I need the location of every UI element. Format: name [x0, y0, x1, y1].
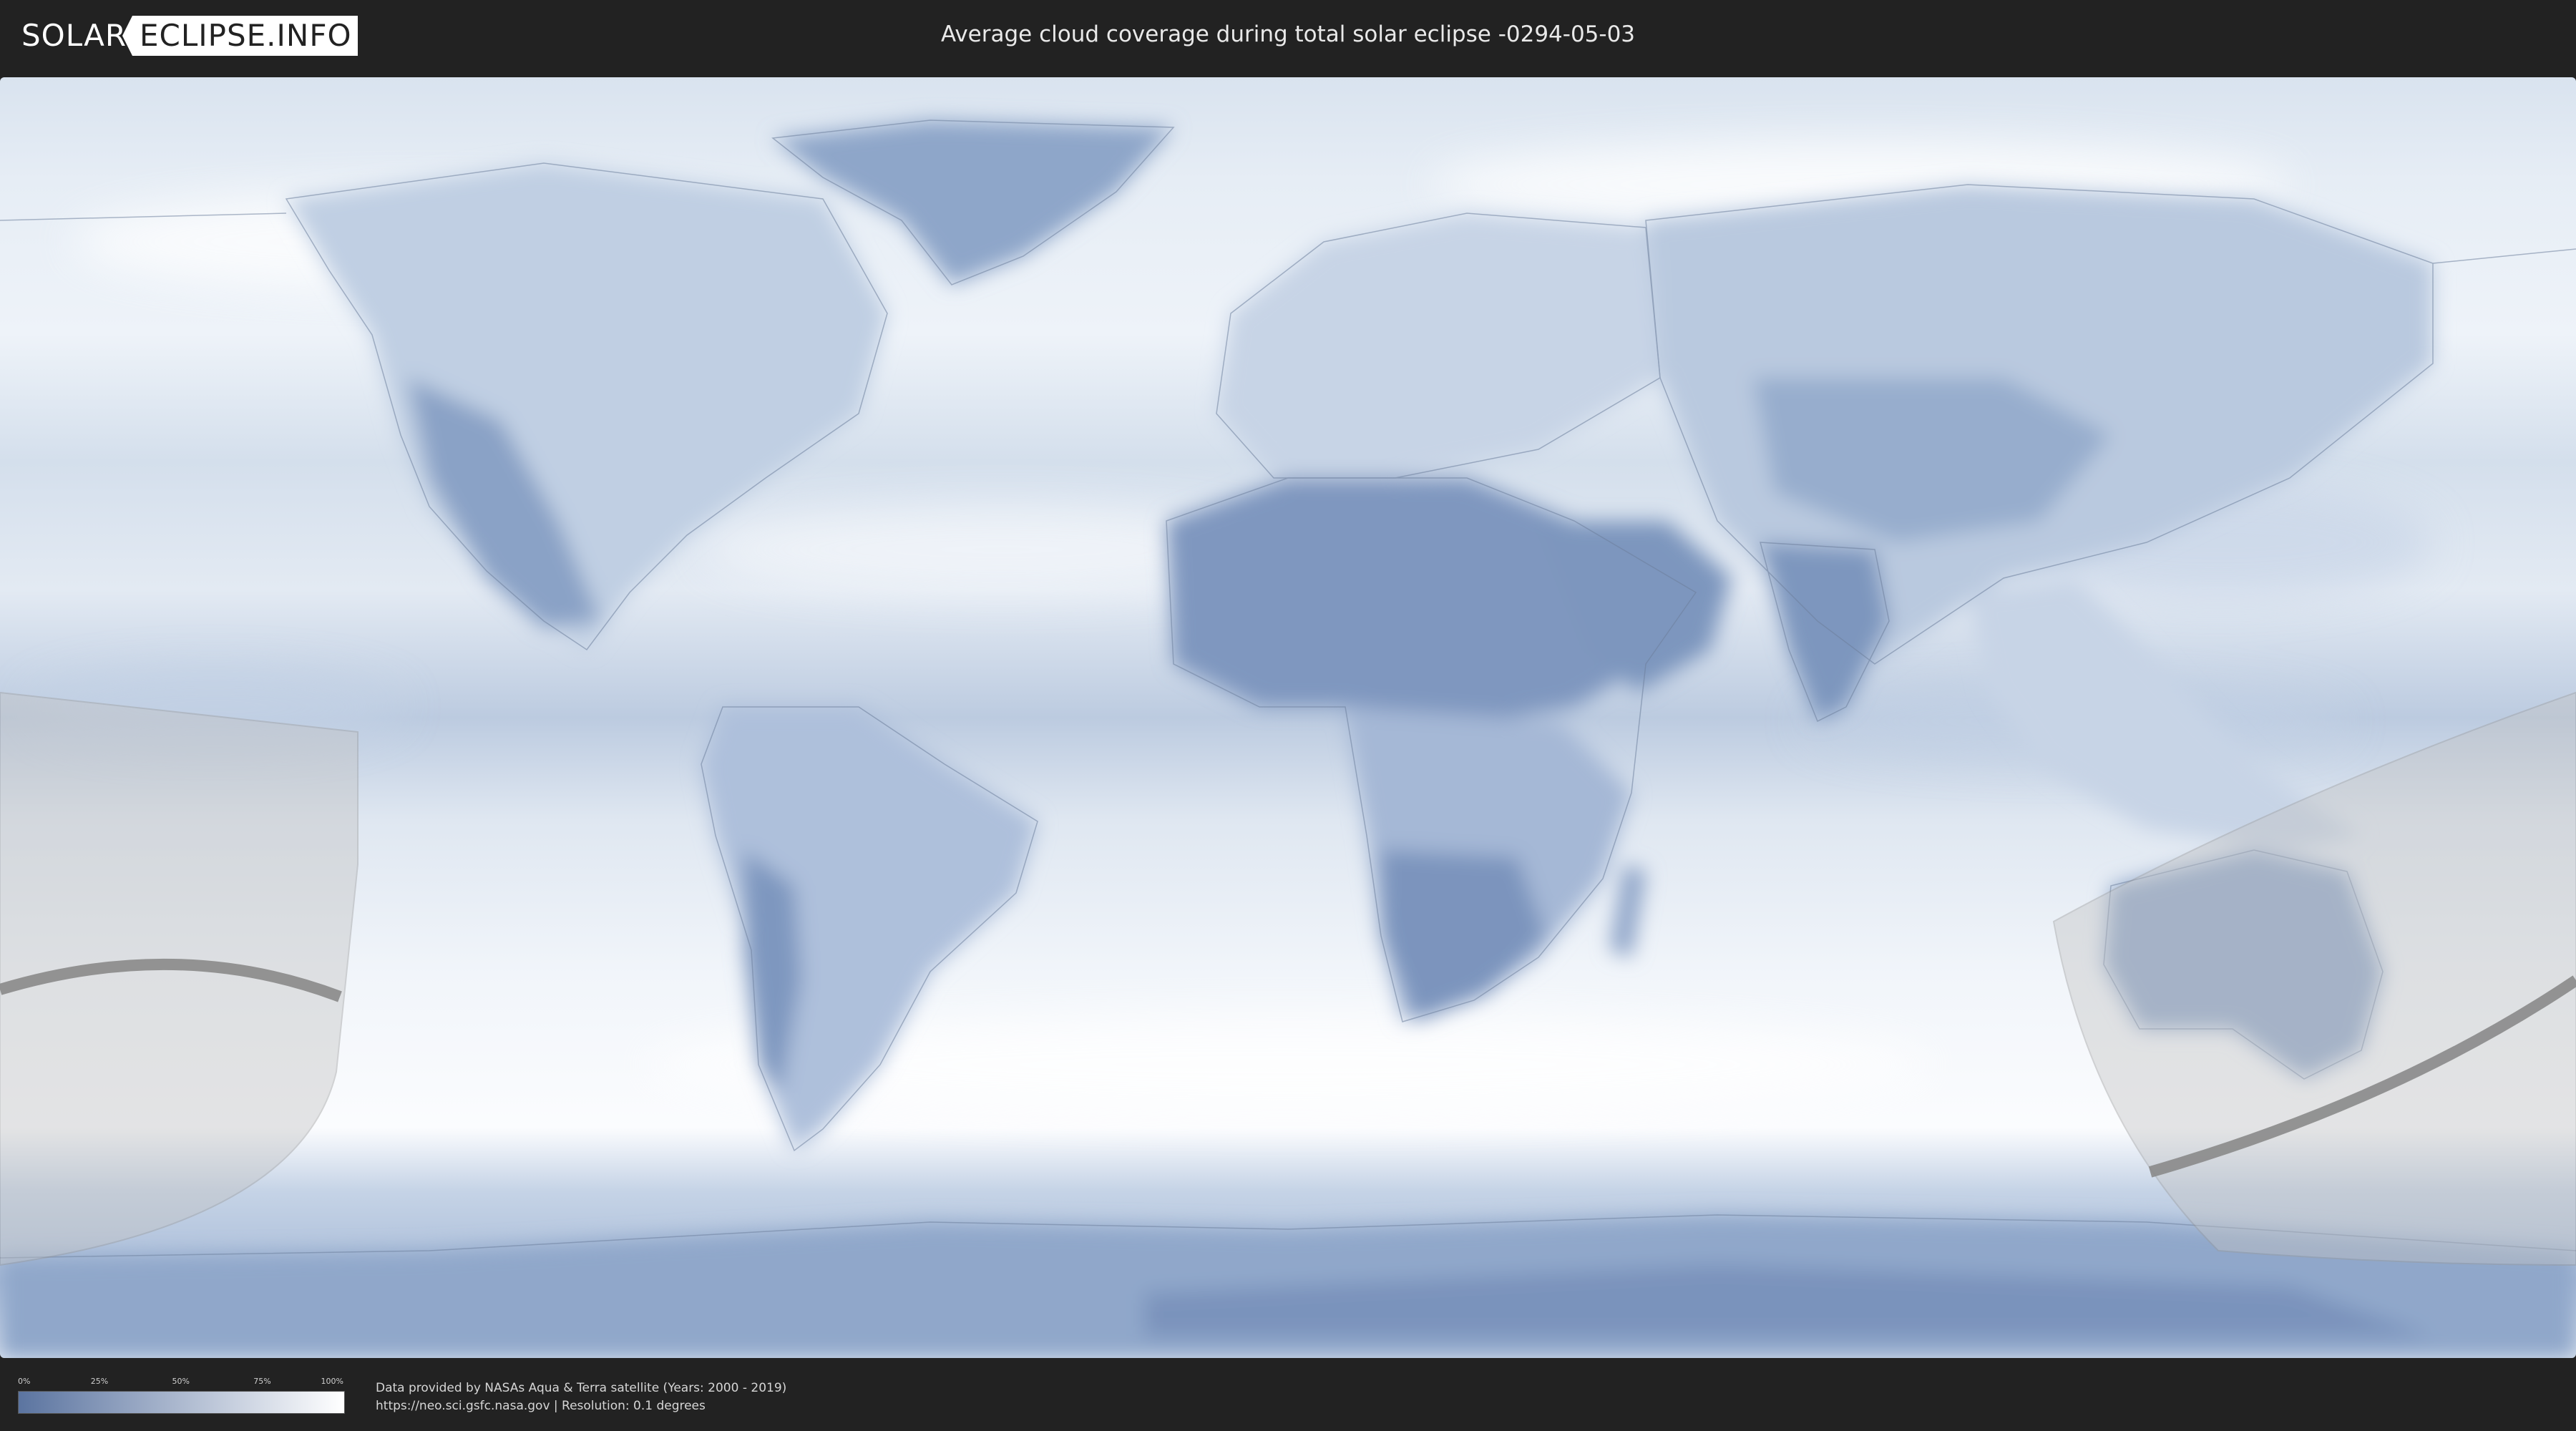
- header-bar: SOLAR ECLIPSE.INFO Average cloud coverag…: [0, 0, 2576, 70]
- footer-bar: 0% 25% 50% 75% 100% Data provided by NASAs A…: [0, 1359, 2576, 1431]
- credits-line-source: Data provided by NASAs Aqua & Terra sate…: [376, 1381, 787, 1395]
- legend-color-bar: [18, 1391, 345, 1414]
- page-title: Average cloud coverage during total sola…: [940, 21, 1636, 47]
- cloud-coverage-map[interactable]: [0, 77, 2576, 1358]
- legend-tick-label: 75%: [253, 1377, 271, 1386]
- legend-ticks: 0% 25% 50% 75% 100%: [18, 1377, 343, 1388]
- cloud-coverage-legend: 0% 25% 50% 75% 100%: [18, 1377, 345, 1414]
- map-canvas: [0, 77, 2576, 1358]
- legend-tick-label: 50%: [172, 1377, 190, 1386]
- legend-tick-label: 0%: [18, 1377, 31, 1386]
- legend-tick-label: 25%: [90, 1377, 109, 1386]
- credits-line-url: https://neo.sci.gsfc.nasa.gov | Resoluti…: [376, 1399, 706, 1413]
- legend-tick-label: 100%: [321, 1377, 343, 1386]
- data-credits: Data provided by NASAs Aqua & Terra sate…: [376, 1379, 786, 1415]
